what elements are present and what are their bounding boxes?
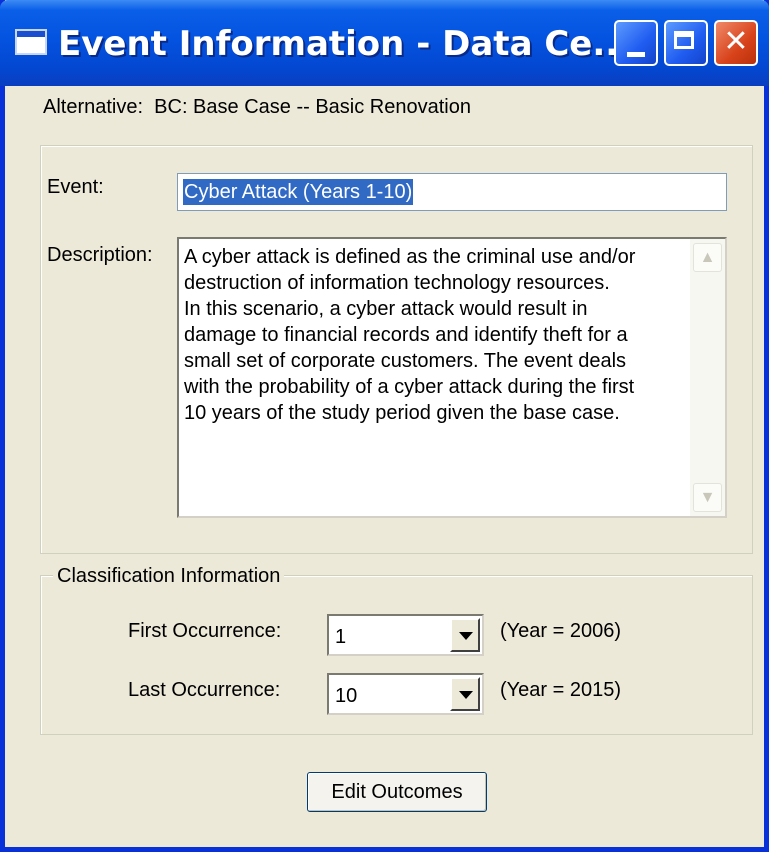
scroll-down-icon[interactable]: ▼ [693,483,722,512]
maximize-button[interactable] [664,20,708,66]
first-occurrence-select[interactable]: 1 [327,614,484,656]
minimize-icon [627,52,645,57]
description-line: damage to financial records and identify… [184,324,628,346]
dropdown-arrow-icon[interactable] [450,618,480,652]
close-icon: ✕ [723,24,749,59]
last-occurrence-year: (Year = 2015) [500,679,622,701]
description-textarea[interactable]: A cyber attack is defined as the crimina… [177,237,727,518]
description-scrollbar[interactable]: ▲ ▼ [690,239,725,516]
event-name-input[interactable]: Cyber Attack (Years 1-10) [177,173,727,211]
event-name-value: Cyber Attack (Years 1-10) [183,179,414,205]
first-occurrence-year: (Year = 2006) [500,620,622,642]
minimize-button[interactable] [614,20,658,66]
description-line: 10 years of the study period given the b… [184,402,620,424]
close-button[interactable]: ✕ [714,20,758,66]
window-title: Event Information - Data Ce... [58,24,632,64]
last-occurrence-select[interactable]: 10 [327,673,484,715]
maximize-icon [674,31,694,49]
description-line: A cyber attack is defined as the crimina… [184,246,636,268]
description-line: with the probability of a cyber attack d… [184,376,635,398]
edit-outcomes-button[interactable]: Edit Outcomes [307,772,487,812]
description-text: A cyber attack is defined as the crimina… [184,244,684,426]
description-line: In this scenario, a cyber attack would r… [184,298,588,320]
description-line: small set of corporate customers. The ev… [184,350,627,372]
window-icon[interactable] [15,29,47,55]
description-line: destruction of information technology re… [184,272,610,294]
event-information-window: Event Information - Data Ce... ✕ Alterna… [0,0,769,852]
first-occurrence-value: 1 [335,626,347,648]
alternative-label: Alternative: BC: Base Case -- Basic Reno… [43,96,471,118]
title-bar[interactable]: Event Information - Data Ce... ✕ [0,0,769,86]
dropdown-arrow-icon[interactable] [450,677,480,711]
first-occurrence-label: First Occurrence: [128,620,282,642]
last-occurrence-label: Last Occurrence: [128,679,281,701]
description-label: Description: [47,244,153,266]
event-label: Event: [47,176,104,198]
scroll-up-icon[interactable]: ▲ [693,243,722,272]
classification-legend: Classification Information [53,564,285,588]
last-occurrence-value: 10 [335,685,358,707]
